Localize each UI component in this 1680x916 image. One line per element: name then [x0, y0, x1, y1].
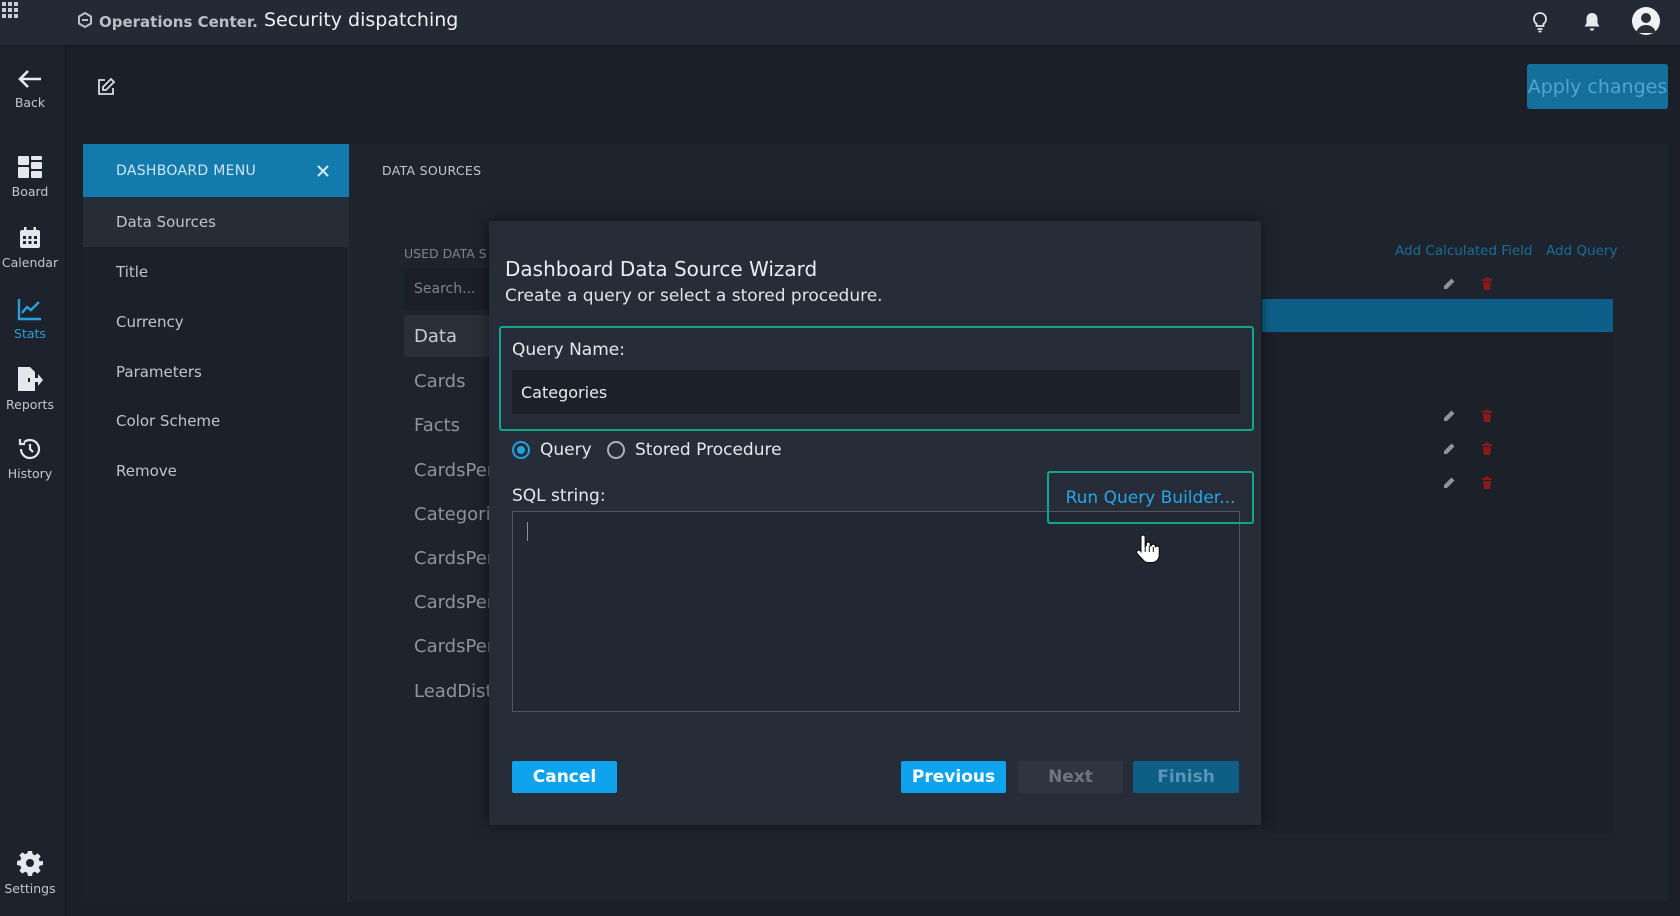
dashboard-menu-title: DASHBOARD MENU	[116, 163, 257, 179]
stats-chart-icon	[17, 299, 41, 321]
menu-item-parameters[interactable]: Parameters	[83, 347, 349, 397]
rail-reports-label: Reports	[6, 397, 54, 412]
data-source-item[interactable]: Categorie	[404, 493, 494, 535]
radio-query-dot[interactable]	[512, 441, 530, 459]
edit-dashboard-icon[interactable]	[96, 77, 116, 97]
rail-stats-label: Stats	[14, 326, 46, 341]
dialog-subtitle: Create a query or select a stored proced…	[505, 286, 883, 306]
data-source-item[interactable]: LeadDistr	[404, 670, 494, 712]
arrow-left-icon	[18, 70, 41, 88]
menu-item-color-scheme[interactable]: Color Scheme	[83, 396, 349, 446]
rail-settings[interactable]: Settings	[0, 850, 60, 896]
bell-icon[interactable]	[1580, 10, 1604, 34]
rail-history[interactable]: History	[0, 437, 60, 481]
data-source-item[interactable]: CardsPer	[404, 449, 494, 491]
radio-stored-procedure[interactable]: Stored Procedure	[607, 440, 782, 460]
menu-item-title[interactable]: Title	[83, 247, 349, 297]
search-input[interactable]: Search...	[404, 268, 494, 310]
sql-string-label: SQL string:	[512, 486, 606, 506]
radio-stored-procedure-dot[interactable]	[607, 441, 625, 459]
rail-stats[interactable]: Stats	[0, 297, 60, 341]
query-name-input[interactable]: Categories	[512, 370, 1240, 414]
page-title: Security dispatching	[264, 9, 459, 31]
menu-item-remove[interactable]: Remove	[83, 446, 349, 496]
rail-calendar[interactable]: Calendar	[0, 226, 60, 270]
trash-icon[interactable]	[1480, 276, 1494, 290]
next-button[interactable]: Next	[1018, 761, 1123, 793]
rail-settings-label: Settings	[4, 881, 56, 896]
data-source-item[interactable]: CardsPer	[404, 581, 494, 623]
rail-reports[interactable]: Reports	[0, 366, 60, 412]
rail-back-label: Back	[14, 95, 46, 110]
radio-stored-procedure-label: Stored Procedure	[635, 440, 782, 460]
add-query-link[interactable]: Add Query	[1546, 243, 1617, 259]
data-source-item[interactable]: CardsPer	[404, 625, 494, 667]
radio-query[interactable]: Query	[512, 440, 592, 460]
data-source-item[interactable]: CardsPer	[404, 537, 494, 579]
panel-title: DATA SOURCES	[382, 163, 482, 178]
gear-icon	[17, 851, 43, 876]
pencil-icon[interactable]	[1442, 276, 1456, 290]
rail-board-label: Board	[11, 184, 49, 199]
add-calculated-field-link[interactable]: Add Calculated Field	[1395, 243, 1533, 259]
menu-item-currency[interactable]: Currency	[83, 297, 349, 347]
finish-button[interactable]: Finish	[1133, 761, 1239, 793]
rail-back[interactable]: Back	[0, 68, 60, 110]
data-source-item[interactable]: Facts	[404, 404, 494, 446]
sql-string-textarea[interactable]	[512, 511, 1240, 712]
board-icon	[18, 156, 42, 178]
rail-history-label: History	[7, 466, 53, 481]
selected-query-row[interactable]	[1262, 299, 1613, 332]
previous-button[interactable]: Previous	[901, 761, 1006, 793]
pencil-icon[interactable]	[1442, 475, 1456, 489]
menu-item-data-sources[interactable]: Data Sources	[83, 197, 349, 247]
trash-icon[interactable]	[1480, 441, 1494, 455]
cancel-button[interactable]: Cancel	[512, 761, 617, 793]
trash-icon[interactable]	[1480, 475, 1494, 489]
pencil-icon[interactable]	[1442, 441, 1456, 455]
user-avatar[interactable]	[1632, 7, 1660, 35]
brand-logo[interactable]: Operations Center.	[77, 10, 258, 34]
close-icon[interactable]	[315, 163, 331, 179]
rail-board[interactable]: Board	[0, 155, 60, 199]
query-name-label: Query Name:	[512, 340, 625, 360]
data-source-item[interactable]: Data	[404, 315, 494, 357]
history-icon	[18, 438, 41, 460]
reports-export-icon	[18, 367, 43, 391]
apps-grid-icon[interactable]	[0, 0, 20, 24]
run-query-builder-button[interactable]: Run Query Builder...	[1047, 471, 1254, 524]
hand-pointer-cursor-icon	[1134, 532, 1162, 564]
pencil-icon[interactable]	[1442, 408, 1456, 422]
radio-query-label: Query	[540, 440, 592, 460]
data-source-item[interactable]: Cards	[404, 360, 494, 402]
query-list	[1262, 333, 1613, 833]
lightbulb-icon[interactable]	[1528, 10, 1552, 34]
rail-calendar-label: Calendar	[1, 255, 59, 270]
text-caret	[527, 522, 528, 541]
dialog-title: Dashboard Data Source Wizard	[505, 257, 818, 281]
used-data-sources-label: USED DATA S	[404, 246, 487, 261]
trash-icon[interactable]	[1480, 408, 1494, 422]
calendar-icon	[20, 227, 40, 248]
brand-mark-icon	[77, 11, 93, 32]
brand-name: Operations Center.	[99, 13, 258, 31]
apply-changes-button[interactable]: Apply changes	[1527, 64, 1668, 109]
